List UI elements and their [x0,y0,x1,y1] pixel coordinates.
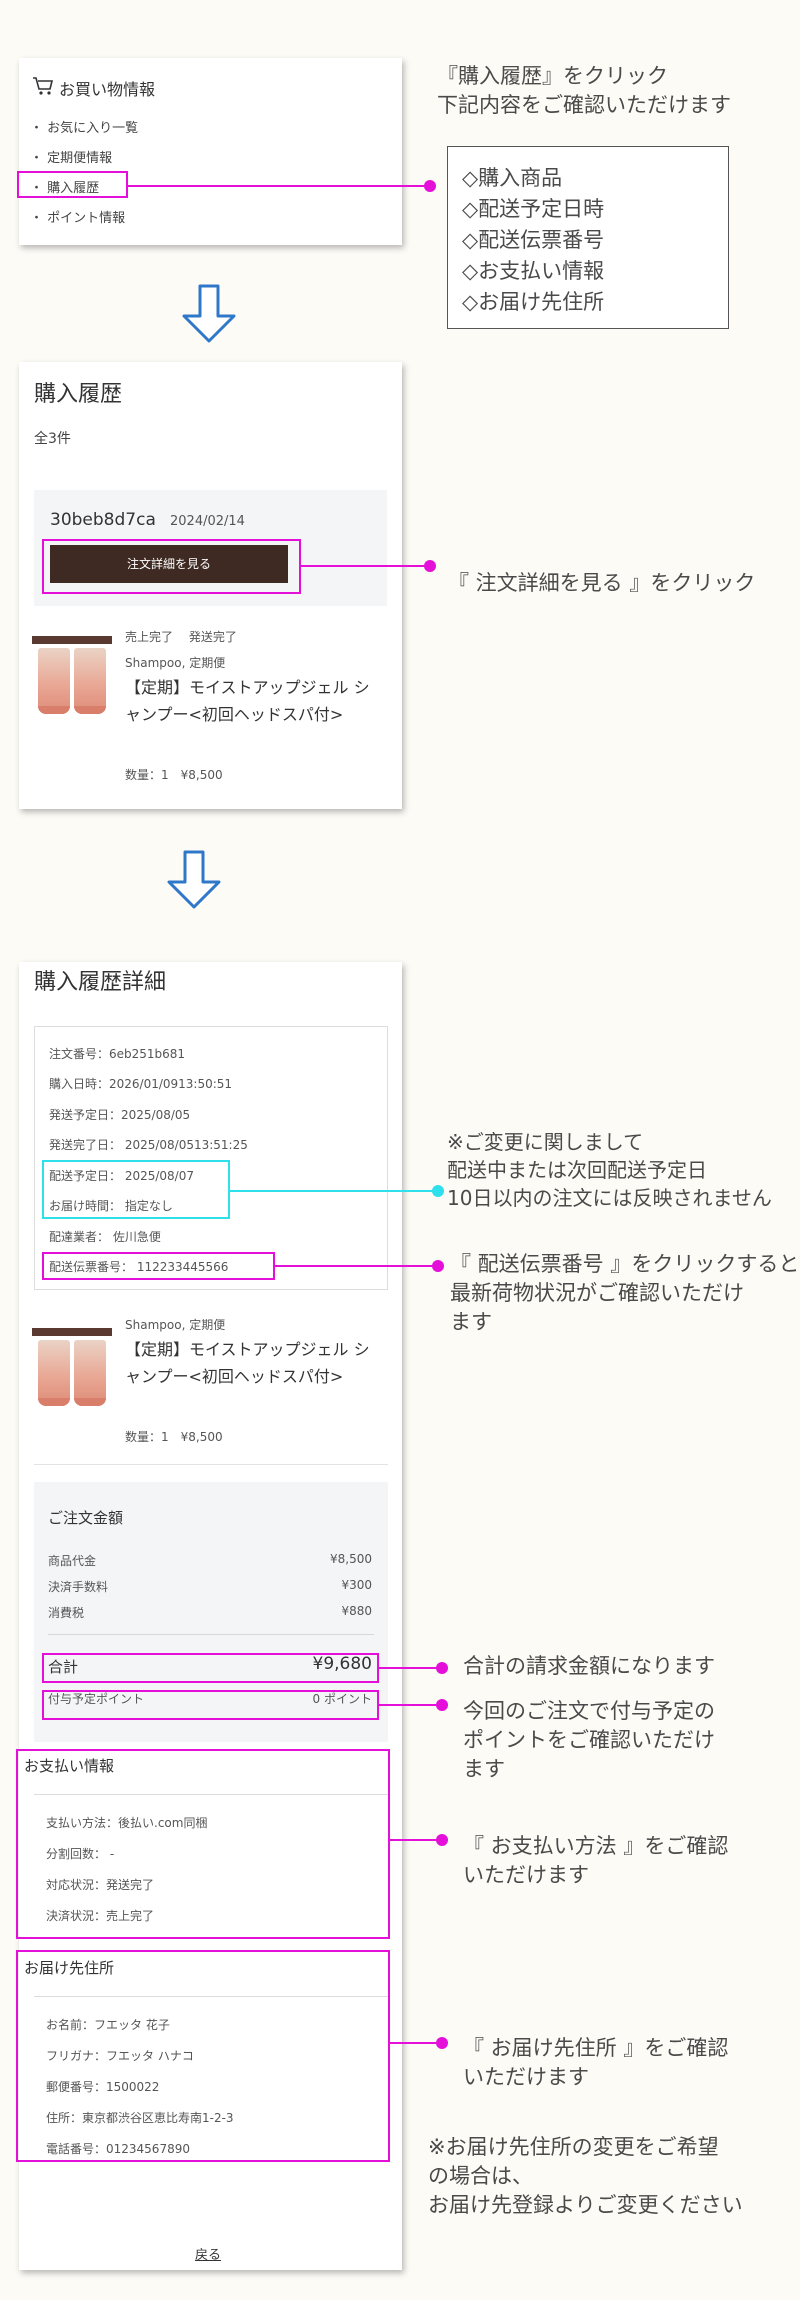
connector-dot [424,180,436,192]
note-address-change: ※お届け先住所の変更をご希望 の場合は、 お届け先登録よりご変更ください [428,2135,743,2217]
menu-title: お買い物情報 [59,80,156,99]
connector-line [379,1704,438,1706]
highlight-address [16,1950,390,2162]
note-points: 今回のご注文で付与予定の ポイントをご確認いただけ ます [463,1699,715,1781]
highlight-tracking-number [42,1252,275,1280]
detail-title: 購入履歴詳細 [34,970,167,995]
connector-line [379,1667,438,1669]
highlight-payment [16,1749,390,1939]
connector-dot [436,2037,448,2049]
divider [34,1464,388,1465]
product-image [32,1328,112,1408]
note-address: 『 お届け先住所 』をご確認 いただけます [463,2036,729,2089]
ship-scheduled-date: 発送予定日：2025/08/05 [49,1108,191,1122]
product-image [32,636,112,716]
product-name[interactable]: 【定期】モイストアップジェル シャンプー<初回ヘッドスパ付> [125,674,385,728]
product-name[interactable]: 【定期】モイストアップジェル シャンプー<初回ヘッドスパ付> [125,1336,385,1390]
note-payment: 『 お支払い方法 』をご確認 いただけます [463,1834,729,1887]
connector-dot [424,560,436,572]
shopping-menu-panel: お買い物情報 ・ お気に入り一覧 ・ 定期便情報 ・ 購入履歴 ・ ポイント情報 [19,58,402,245]
tax-label: 消費税 [48,1606,85,1620]
connector-dot [432,1260,444,1272]
note-click-detail: 『 注文詳細を見る 』をクリック [448,571,756,595]
order-status: 売上完了 発送完了 [125,630,237,644]
fee-value: ¥300 [341,1578,372,1592]
product-qty-price: 数量：1 ¥8,500 [125,1430,223,1444]
order-id: 30beb8d7ca [50,510,156,530]
menu-item-favorites[interactable]: ・ お気に入り一覧 [30,117,138,136]
note-tracking: 『 配送伝票番号 』をクリックすると 最新荷物状況がご確認いただけ ます [450,1252,800,1334]
highlight-delivery-schedule [42,1160,230,1219]
menu-item-points[interactable]: ・ ポイント情報 [30,207,125,226]
connector-line [128,185,430,187]
highlight-points [42,1690,379,1720]
connector-dot [436,1699,448,1711]
note-click-history: 『購入履歴』をクリック 下記内容をご確認いただけます [437,64,731,117]
amount-title: ご注文金額 [48,1509,124,1527]
order-date: 2024/02/14 [170,514,245,529]
menu-item-subscription[interactable]: ・ 定期便情報 [30,147,112,166]
order-number: 注文番号：6eb251b681 [49,1047,186,1061]
connector-line [390,2042,438,2044]
connector-line [230,1190,438,1192]
note-total: 合計の請求金額になります [463,1654,715,1678]
note-change-notice: ※ご変更に関しまして 配送中または次回配送予定日 10日以内の注文には反映されま… [447,1130,772,1210]
subtotal-label: 商品代金 [48,1554,97,1568]
note-content-box: ◇購入商品 ◇配送予定日時 ◇配送伝票番号 ◇お支払い情報 ◇お届け先住所 [447,146,729,329]
history-count: 全3件 [34,431,71,447]
highlight-detail-button [42,539,301,594]
connector-dot [436,1662,448,1674]
connector-line [390,1839,438,1841]
highlight-purchase-history [17,171,128,198]
highlight-total [42,1653,379,1683]
cart-icon [32,76,54,100]
order-info-box [34,1026,388,1290]
connector-line [301,565,429,567]
purchase-datetime: 購入日時：2026/01/0913:50:51 [49,1077,233,1091]
product-category: Shampoo, 定期便 [125,1318,226,1332]
carrier: 配達業者： 佐川急便 [49,1230,161,1244]
connector-dot [436,1834,448,1846]
page-title: 購入履歴 [34,382,123,407]
down-arrow-icon [181,284,237,344]
tax-value: ¥880 [341,1604,372,1618]
fee-label: 決済手数料 [48,1580,109,1594]
product-qty-price: 数量：1 ¥8,500 [125,768,223,782]
ship-completed-date: 発送完了日： 2025/08/0513:51:25 [49,1138,248,1152]
connector-dot [432,1185,444,1197]
divider [48,1634,374,1635]
back-link[interactable]: 戻る [195,2244,221,2263]
down-arrow-icon [166,850,222,910]
product-category: Shampoo, 定期便 [125,656,226,670]
subtotal-value: ¥8,500 [330,1552,372,1566]
connector-line [275,1265,438,1267]
